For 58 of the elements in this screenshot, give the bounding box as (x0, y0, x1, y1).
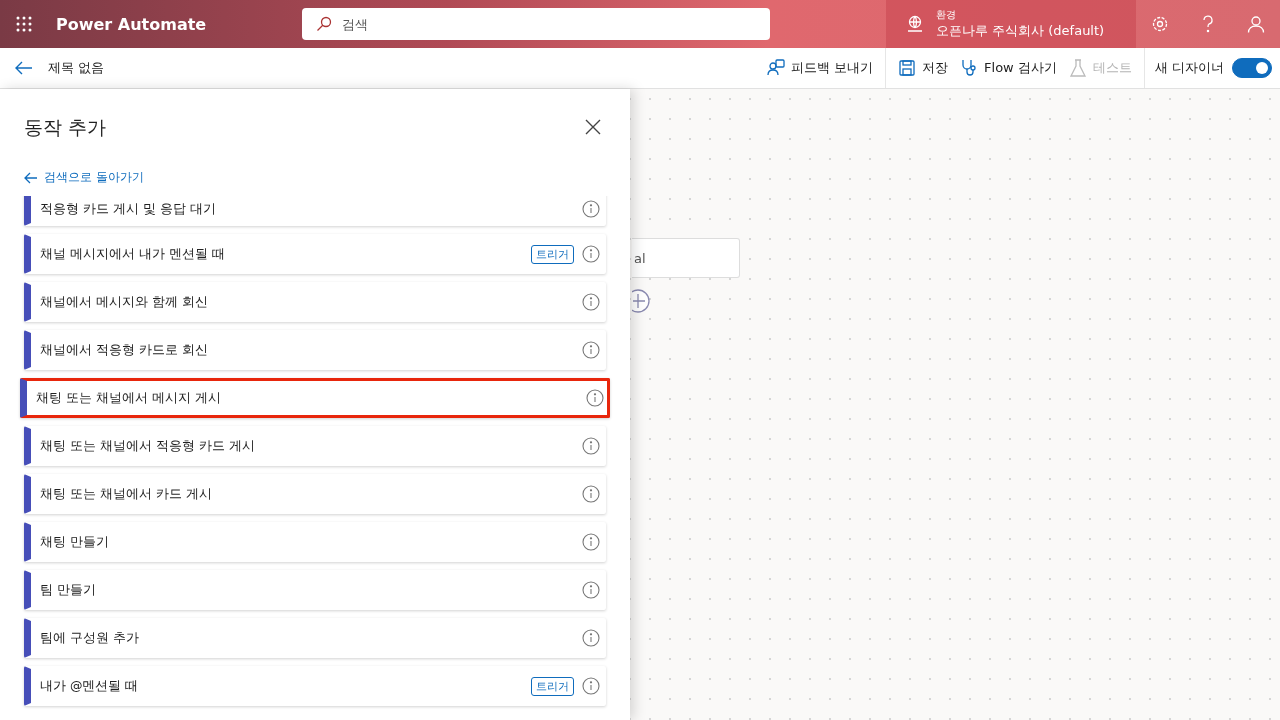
action-label: 채팅 만들기 (40, 533, 110, 551)
action-item[interactable]: 내가 @멘션될 때 트리거 (24, 666, 606, 706)
action-item[interactable]: 채널 메시지에서 내가 멘션될 때 트리거 (24, 234, 606, 274)
toggle-switch[interactable] (1232, 58, 1272, 78)
info-icon[interactable] (582, 245, 600, 263)
back-to-search-link[interactable]: 검색으로 돌아가기 (24, 169, 144, 186)
toolbar-button[interactable]: 저장 (892, 48, 955, 88)
trigger-tag: 트리거 (531, 676, 574, 696)
action-item[interactable]: 채팅 또는 채널에서 메시지 게시 (20, 378, 610, 418)
globe-icon (906, 15, 924, 33)
info-icon[interactable] (582, 533, 600, 551)
action-item[interactable]: 채널에서 적응형 카드로 회신 (24, 330, 606, 370)
environment-label: 환경 (936, 8, 957, 22)
action-label: 채팅 또는 채널에서 적응형 카드 게시 (40, 437, 256, 455)
flow-title: 제목 없음 (48, 59, 105, 77)
search-field[interactable]: 검색 (302, 8, 770, 40)
action-item[interactable]: 채널에서 메시지와 함께 회신 (24, 282, 606, 322)
action-label: 채팅 또는 채널에서 메시지 게시 (36, 389, 222, 407)
environment-name: 오픈나루 주식회사 (default) (936, 22, 1105, 40)
info-icon[interactable] (582, 341, 600, 359)
action-item[interactable]: 채팅 또는 채널에서 카드 게시 (24, 474, 606, 514)
action-label: 채널 메시지에서 내가 멘션될 때 (40, 245, 226, 263)
info-icon[interactable] (582, 200, 600, 218)
action-label: 내가 @멘션될 때 (40, 677, 140, 695)
action-item[interactable]: 팀에 구성원 추가 (24, 618, 606, 658)
toolbar-button[interactable]: 피드백 보내기 (760, 48, 880, 88)
close-icon[interactable] (584, 119, 602, 137)
flow-step-card[interactable]: al (632, 238, 740, 278)
back-arrow-icon (24, 171, 38, 184)
environment-picker[interactable]: 환경 오픈나루 주식회사 (default) (886, 0, 1136, 48)
info-icon[interactable] (582, 485, 600, 503)
add-step-icon[interactable] (632, 289, 650, 313)
info-icon[interactable] (582, 437, 600, 455)
action-item[interactable]: 채팅 만들기 (24, 522, 606, 562)
info-icon[interactable] (582, 293, 600, 311)
action-item[interactable]: 적응형 카드 게시 및 응답 대기 (24, 196, 606, 226)
info-icon[interactable] (582, 629, 600, 647)
action-label: 적응형 카드 게시 및 응답 대기 (40, 200, 217, 218)
action-item[interactable]: 채팅 또는 채널에서 적응형 카드 게시 (24, 426, 606, 466)
app-name[interactable]: Power Automate (56, 14, 302, 34)
action-label: 채팅 또는 채널에서 카드 게시 (40, 485, 213, 503)
action-label: 팀에 구성원 추가 (40, 629, 140, 647)
flask-icon (1068, 59, 1087, 77)
search-icon (316, 16, 332, 32)
toolbar-button[interactable]: Flow 검사기 (954, 48, 1063, 88)
person-chat-icon (766, 59, 785, 77)
trigger-tag: 트리거 (531, 244, 574, 264)
info-icon[interactable] (582, 581, 600, 599)
info-icon[interactable] (582, 677, 600, 695)
action-item[interactable]: 팀 만들기 (24, 570, 606, 610)
action-label: 팀 만들기 (40, 581, 97, 599)
panel-title: 동작 추가 (24, 115, 107, 140)
action-label: 채널에서 메시지와 함께 회신 (40, 293, 209, 311)
toggle-label: 새 디자이너 (1154, 59, 1224, 77)
stethoscope-icon (960, 59, 979, 77)
save-icon (898, 59, 917, 77)
action-label: 채널에서 적응형 카드로 회신 (40, 341, 209, 359)
info-icon[interactable] (586, 389, 604, 407)
